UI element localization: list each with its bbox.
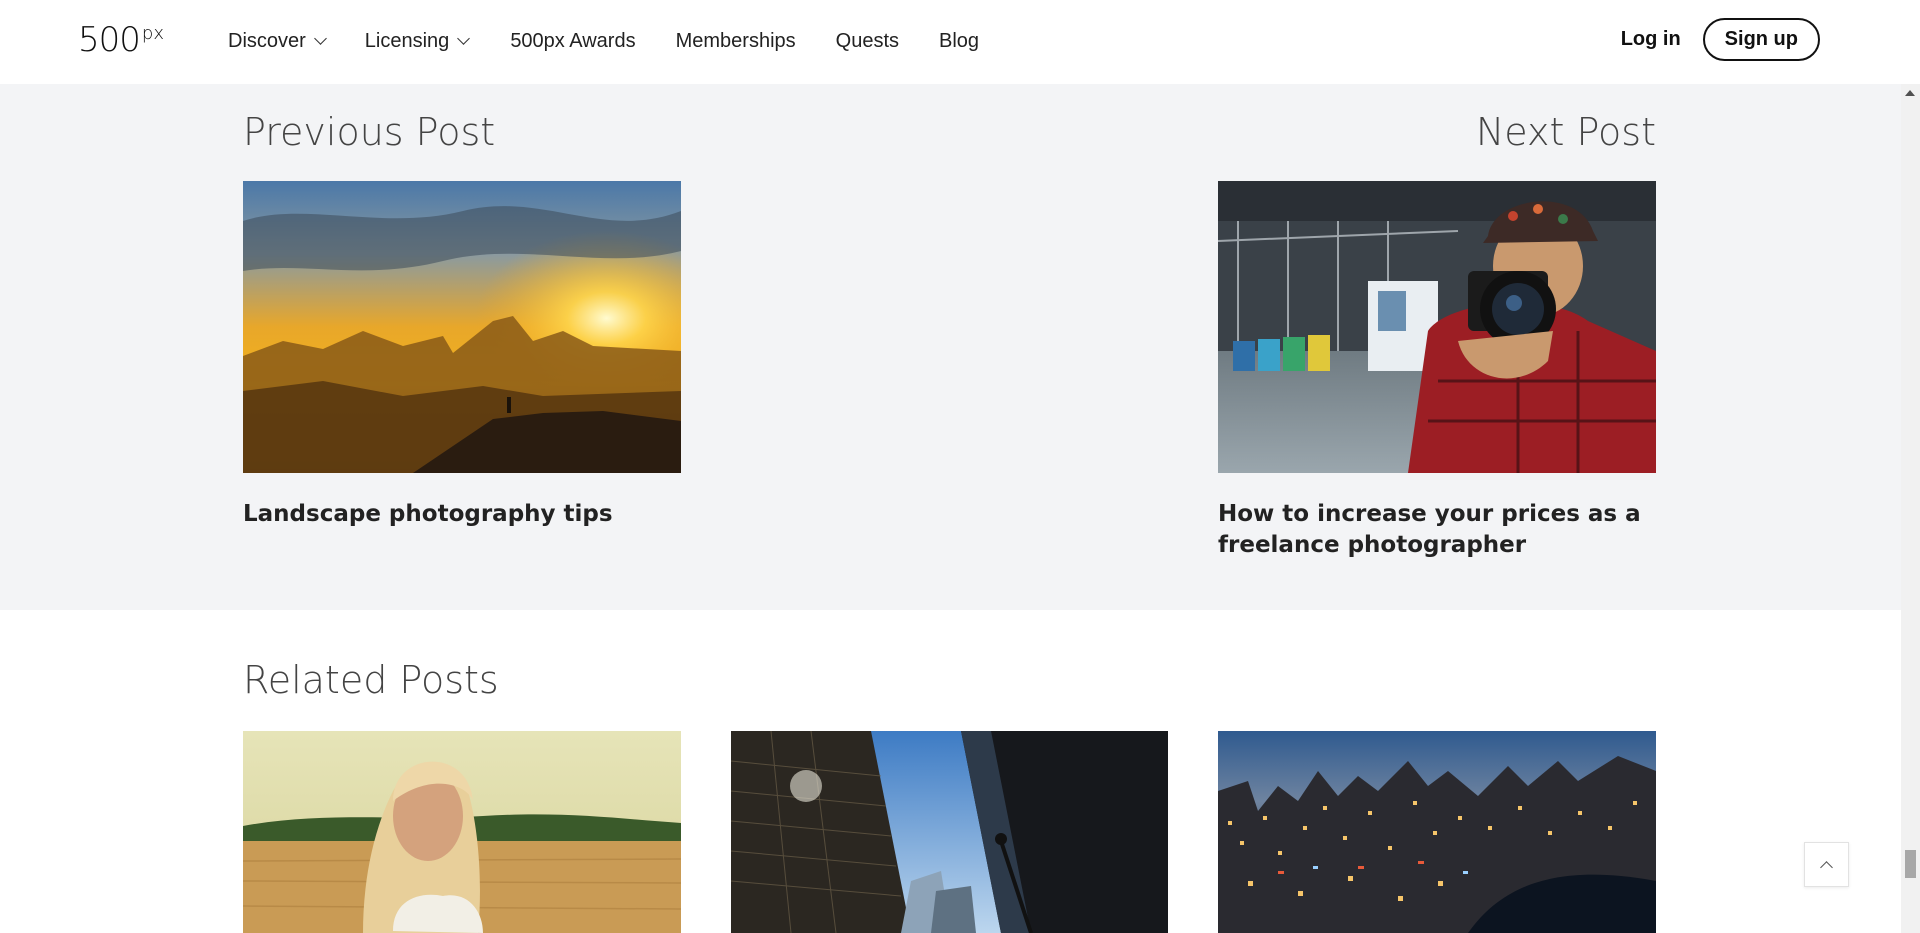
- chevron-down-icon: [457, 32, 471, 45]
- scroll-up-arrow-icon[interactable]: [1905, 90, 1915, 96]
- related-post-image-3[interactable]: [1218, 731, 1656, 933]
- chevron-up-icon: [1820, 860, 1833, 874]
- 500px-logo[interactable]: 500 px: [78, 22, 164, 58]
- main-nav: Discover Licensing 500px Awards Membersh…: [228, 26, 979, 56]
- nav-memberships[interactable]: Memberships: [676, 26, 796, 56]
- nav-quests[interactable]: Quests: [836, 26, 899, 56]
- woman-field-illustration: [243, 731, 681, 933]
- scrollbar-thumb[interactable]: [1905, 850, 1916, 878]
- related-post-image-1[interactable]: [243, 731, 681, 933]
- next-post-title[interactable]: How to increase your prices as a freelan…: [1218, 499, 1656, 561]
- nav-discover-label: Discover: [228, 29, 306, 52]
- nav-licensing[interactable]: Licensing: [364, 26, 471, 56]
- nav-blog-label: Blog: [939, 29, 980, 52]
- nav-licensing-label: Licensing: [364, 29, 450, 52]
- next-post-heading: Next Post: [1475, 110, 1656, 154]
- page-scrollbar[interactable]: [1901, 84, 1920, 933]
- nav-blog[interactable]: Blog: [939, 26, 979, 56]
- nav-quests-label: Quests: [835, 29, 899, 52]
- logo-number: 500: [78, 20, 141, 60]
- city-night-illustration: [1218, 731, 1656, 933]
- related-post-image-2[interactable]: [731, 731, 1168, 933]
- signup-button[interactable]: Sign up: [1702, 18, 1820, 61]
- photographer-illustration: [1218, 181, 1656, 473]
- site-header: 500 px Discover Licensing 500px Awards M…: [0, 0, 1901, 84]
- login-link[interactable]: Log in: [1621, 28, 1681, 51]
- skyscrapers-illustration: [731, 731, 1168, 933]
- auth-buttons: Log in Sign up: [1621, 18, 1820, 61]
- related-posts-heading: Related Posts: [243, 658, 499, 702]
- chevron-down-icon: [313, 32, 327, 45]
- next-post-image[interactable]: [1218, 181, 1656, 473]
- previous-post-image[interactable]: [243, 181, 681, 473]
- back-to-top-button[interactable]: [1804, 842, 1849, 887]
- nav-awards-label: 500px Awards: [510, 29, 636, 52]
- previous-post-title[interactable]: Landscape photography tips: [243, 499, 681, 530]
- nav-500px-awards[interactable]: 500px Awards: [510, 26, 635, 56]
- previous-post-heading: Previous Post: [243, 110, 496, 154]
- logo-superscript: px: [141, 23, 164, 44]
- post-navigation-section: Previous Post Next Post Landscape photog…: [0, 84, 1901, 610]
- previous-post-title-text: Landscape photography tips: [243, 501, 613, 527]
- next-post-title-line2: freelance photographer: [1218, 532, 1527, 558]
- sunset-landscape-illustration: [243, 181, 681, 473]
- next-post-title-line1: How to increase your prices as a: [1218, 501, 1641, 527]
- nav-discover[interactable]: Discover: [228, 26, 327, 56]
- related-posts-section: Related Posts: [0, 610, 1901, 933]
- nav-memberships-label: Memberships: [675, 29, 796, 52]
